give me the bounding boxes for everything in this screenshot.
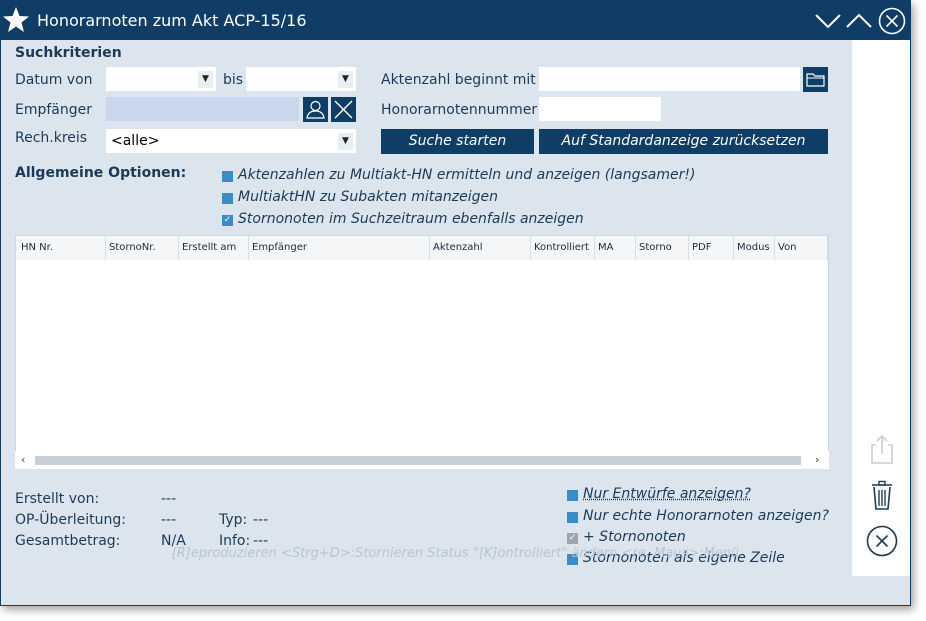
folder-button[interactable] [803,67,828,92]
column-header[interactable]: Storno [636,236,689,260]
empfaenger-input[interactable] [106,97,299,121]
window-title: Honorarnoten zum Akt ACP-15/16 [37,11,307,30]
side-panel [852,40,910,576]
results-table: HN Nr. StornoNr. Erstellt am Empfänger Akten… [15,235,829,469]
option-label[interactable]: MultiaktHN zu Subakten mitanzeigen [238,189,498,205]
search-criteria-header: Suchkriterien [15,45,122,61]
bottom-option-label[interactable]: Nur echte Honorarnoten anzeigen? [583,508,829,524]
option-checkbox[interactable] [222,171,233,182]
person-icon [306,100,325,119]
bottom-option-checkbox[interactable] [567,490,578,501]
typ-label: Typ: [219,512,248,528]
title-bar: Honorarnoten zum Akt ACP-15/16 [1,1,910,40]
search-button[interactable]: Suche starten [381,129,534,154]
column-header[interactable]: StornoNr. [106,236,179,260]
option-checkbox[interactable]: ✓ [222,215,233,226]
bottom-option-label[interactable]: Nur Entwürfe anzeigen? [583,486,751,502]
column-header[interactable]: Kontrolliert [531,236,595,260]
scroll-left-icon[interactable]: ‹ [21,453,25,466]
column-header[interactable]: Aktenzahl [430,236,531,260]
rechkreis-label: Rech.kreis [15,130,88,146]
hn-nummer-input[interactable] [539,97,661,121]
close-circle-icon[interactable] [877,7,907,35]
column-header[interactable]: HN Nr. [18,236,106,260]
op-value: --- [161,512,177,528]
column-header[interactable]: Von [775,236,828,260]
bottom-option-checkbox[interactable]: ✓ [567,533,578,544]
option-label[interactable]: Stornonoten im Suchzeitraum ebenfalls an… [238,211,584,227]
maximize-chevron-icon[interactable] [844,7,874,35]
main-content: Suchkriterien Datum von ▼ bis ▼ Aktenzah… [1,40,851,607]
rechkreis-value: <alle> [111,133,160,149]
datum-von-combo[interactable]: ▼ [106,67,216,91]
erstellt-von-label: Erstellt von: [15,491,100,507]
bis-label: bis [223,72,244,88]
dropdown-arrow-icon[interactable]: ▼ [338,133,353,150]
star-icon[interactable] [1,5,31,35]
minimize-chevron-icon[interactable] [813,7,843,35]
reset-button[interactable]: Auf Standardanzeige zurücksetzen [539,129,828,154]
dropdown-arrow-icon[interactable]: ▼ [198,71,213,88]
column-header[interactable]: Modus [734,236,775,260]
horizontal-scrollbar[interactable]: ‹ › [15,451,829,469]
option-checkbox[interactable] [222,193,233,204]
column-header[interactable]: Erstellt am [179,236,249,260]
option-label[interactable]: Aktenzahlen zu Multiakt-HN ermitteln und… [238,167,695,183]
aktenzahl-label: Aktenzahl beginnt mit [381,72,536,88]
aktenzahl-input[interactable] [539,67,800,91]
bis-combo[interactable]: ▼ [246,67,356,91]
person-button[interactable] [303,97,328,122]
column-header[interactable]: PDF [689,236,734,260]
rechkreis-combo[interactable]: <alle> ▼ [106,129,356,153]
scroll-right-icon[interactable]: › [815,453,819,466]
column-header[interactable]: Empfänger [249,236,430,260]
datum-von-label: Datum von [15,72,93,88]
typ-value: --- [253,512,269,528]
clear-button[interactable] [331,97,356,122]
share-icon[interactable] [866,433,898,465]
window: Honorarnoten zum Akt ACP-15/16 Suchkrite… [0,0,911,606]
bottom-option-label[interactable]: + Stornonoten [583,529,686,545]
trash-icon[interactable] [866,479,898,511]
bottom-option-checkbox[interactable] [567,512,578,523]
table-header: HN Nr. StornoNr. Erstellt am Empfänger Akten… [16,236,828,260]
folder-icon [806,73,825,87]
op-label: OP-Überleitung: [15,512,126,528]
erstellt-von-value: --- [161,491,177,507]
clear-x-icon [334,100,353,119]
column-header[interactable]: MA [595,236,636,260]
options-header: Allgemeine Optionen: [15,165,187,181]
scrollbar-thumb[interactable] [35,456,801,465]
empfaenger-label: Empfänger [15,102,93,118]
status-bar: [R]eproduzieren <Strg+D>:Stornieren Stat… [171,546,740,561]
dropdown-arrow-icon[interactable]: ▼ [338,71,353,88]
hn-nummer-label: Honorarnotennummer [381,102,538,118]
